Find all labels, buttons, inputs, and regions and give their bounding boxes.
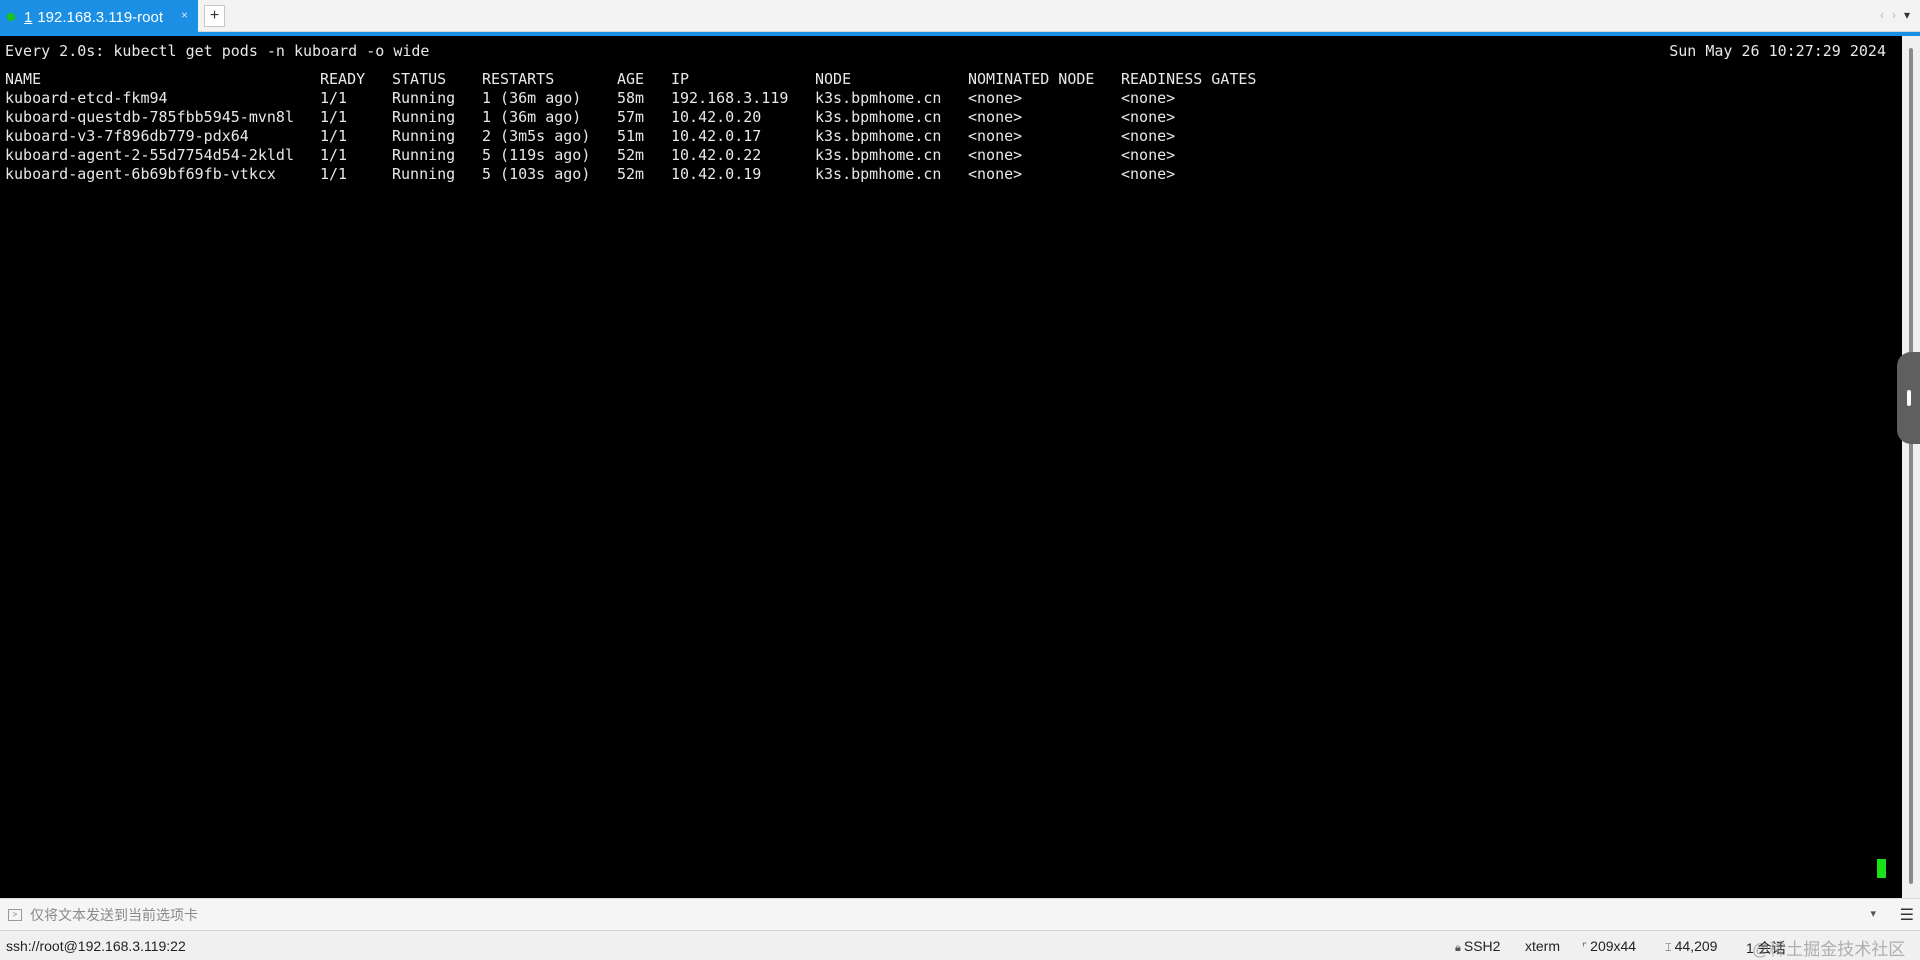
pod-status: Running (392, 89, 456, 107)
status-size: ⌜ 209x44 (1582, 938, 1636, 954)
watermark: @稀土掘金技术社区 (1752, 940, 1906, 959)
send-text-icon[interactable]: > (8, 908, 22, 921)
pod-ready: 1/1 (320, 165, 348, 183)
table-row: kuboard-agent-2-55d7754d54-2kldl 1/1 Run… (0, 146, 1400, 165)
pod-age: 52m (617, 165, 645, 183)
pod-ip: 10.42.0.19 (671, 165, 762, 183)
watch-clock: Sun May 26 10:27:29 2024 (1669, 42, 1886, 60)
pod-restarts: 2 (3m5s ago) (482, 127, 591, 145)
next-tab-icon[interactable]: › (1892, 8, 1896, 22)
pod-readiness-gates: <none> (1121, 89, 1176, 107)
terminal-screen[interactable]: Every 2.0s: kubectl get pods -n kuboard … (0, 36, 1902, 898)
header-ready: READY (320, 70, 366, 88)
status-protocol: 🔒︎ SSH2 (1455, 938, 1500, 955)
pod-ready: 1/1 (320, 108, 348, 126)
status-bar: ssh://root@192.168.3.119:22 🔒︎ SSH2 xterm… (0, 930, 1920, 960)
header-ip: IP (671, 70, 690, 88)
pod-status: Running (392, 165, 456, 183)
header-age: AGE (617, 70, 645, 88)
pod-ready: 1/1 (320, 127, 348, 145)
pod-nominated-node: <none> (968, 146, 1023, 164)
lock-icon: 🔒︎ (1455, 942, 1461, 954)
pod-node: k3s.bpmhome.cn (815, 146, 942, 164)
table-row: kuboard-v3-7f896db779-pdx64 1/1 Running … (0, 127, 1400, 146)
pod-node: k3s.bpmhome.cn (815, 127, 942, 145)
pod-readiness-gates: <none> (1121, 165, 1176, 183)
pod-readiness-gates: <none> (1121, 146, 1176, 164)
table-row: kuboard-etcd-fkm94 1/1 Running 1 (36m ag… (0, 89, 1400, 108)
pod-restarts: 1 (36m ago) (482, 108, 582, 126)
pod-name: kuboard-etcd-fkm94 (5, 89, 168, 107)
side-panel-handle[interactable] (1897, 352, 1920, 444)
pod-age: 57m (617, 108, 645, 126)
pod-restarts: 5 (119s ago) (482, 146, 591, 164)
pod-status: Running (392, 146, 456, 164)
compose-bar[interactable]: > 仅将文本发送到当前选项卡 ▾ ☰ (0, 898, 1920, 930)
scrollbar-thumb[interactable] (1909, 48, 1913, 884)
status-dot-icon (7, 13, 15, 21)
header-readiness-gates: READINESS GATES (1121, 70, 1257, 88)
header-nominated-node: NOMINATED NODE (968, 70, 1095, 88)
new-tab-button[interactable]: + (204, 5, 225, 27)
pod-nominated-node: <none> (968, 108, 1023, 126)
pod-ip: 10.42.0.20 (671, 108, 762, 126)
table-header: NAME READY STATUS RESTARTS AGE IP NODE N… (0, 70, 1400, 89)
pod-ip: 192.168.3.119 (671, 89, 789, 107)
header-name: NAME (5, 70, 42, 88)
pod-ready: 1/1 (320, 146, 348, 164)
compose-menu-icon[interactable]: ☰ (1900, 905, 1914, 925)
header-restarts: RESTARTS (482, 70, 555, 88)
pod-name: kuboard-agent-6b69bf69fb-vtkcx (5, 165, 276, 183)
header-status: STATUS (392, 70, 447, 88)
compose-dropdown-icon[interactable]: ▾ (1870, 907, 1876, 920)
tab-menu-icon[interactable]: ▾ (1904, 8, 1910, 22)
tab-title: 192.168.3.119-root (37, 8, 163, 26)
pod-age: 51m (617, 127, 645, 145)
pod-readiness-gates: <none> (1121, 127, 1176, 145)
pod-restarts: 1 (36m ago) (482, 89, 582, 107)
session-tab[interactable]: 1 192.168.3.119-root × (0, 0, 198, 34)
tab-navigation: ‹ › ▾ (1880, 8, 1910, 22)
pod-restarts: 5 (103s ago) (482, 165, 591, 183)
pod-readiness-gates: <none> (1121, 108, 1176, 126)
header-node: NODE (815, 70, 852, 88)
pod-name: kuboard-agent-2-55d7754d54-2kldl (5, 146, 294, 164)
table-row: kuboard-questdb-785fbb5945-mvn8l 1/1 Run… (0, 108, 1400, 127)
cursor-position-icon: ⌶ (1665, 942, 1672, 954)
status-size-text: 209x44 (1590, 938, 1637, 954)
pod-node: k3s.bpmhome.cn (815, 108, 942, 126)
pod-name: kuboard-v3-7f896db779-pdx64 (5, 127, 249, 145)
pod-status: Running (392, 108, 456, 126)
pod-node: k3s.bpmhome.cn (815, 165, 942, 183)
status-cursor-pos-text: 44,209 (1674, 938, 1718, 954)
pod-age: 52m (617, 146, 645, 164)
resize-icon: ⌜ (1582, 942, 1588, 954)
tab-close-icon[interactable]: × (181, 8, 188, 22)
prev-tab-icon[interactable]: ‹ (1880, 8, 1884, 22)
pod-ip: 10.42.0.17 (671, 127, 762, 145)
status-protocol-text: SSH2 (1463, 938, 1501, 954)
pod-nominated-node: <none> (968, 89, 1023, 107)
watch-command: Every 2.0s: kubectl get pods -n kuboard … (5, 42, 430, 60)
terminal-cursor (1877, 859, 1886, 878)
pod-ready: 1/1 (320, 89, 348, 107)
status-connection: ssh://root@192.168.3.119:22 (6, 938, 186, 954)
pod-nominated-node: <none> (968, 165, 1023, 183)
pod-status: Running (392, 127, 456, 145)
status-cursor-pos: ⌶ 44,209 (1665, 938, 1717, 955)
table-row: kuboard-agent-6b69bf69fb-vtkcx 1/1 Runni… (0, 165, 1400, 184)
pod-ip: 10.42.0.22 (671, 146, 762, 164)
pod-age: 58m (617, 89, 645, 107)
tab-bar: 1 192.168.3.119-root × + ‹ › ▾ (0, 0, 1920, 34)
compose-placeholder[interactable]: 仅将文本发送到当前选项卡 (30, 905, 198, 925)
status-term-type: xterm (1525, 938, 1560, 954)
pod-name: kuboard-questdb-785fbb5945-mvn8l (5, 108, 294, 126)
terminal-scrollbar[interactable] (1902, 36, 1920, 898)
pod-nominated-node: <none> (968, 127, 1023, 145)
tab-number: 1 (24, 8, 33, 26)
pod-node: k3s.bpmhome.cn (815, 89, 942, 107)
